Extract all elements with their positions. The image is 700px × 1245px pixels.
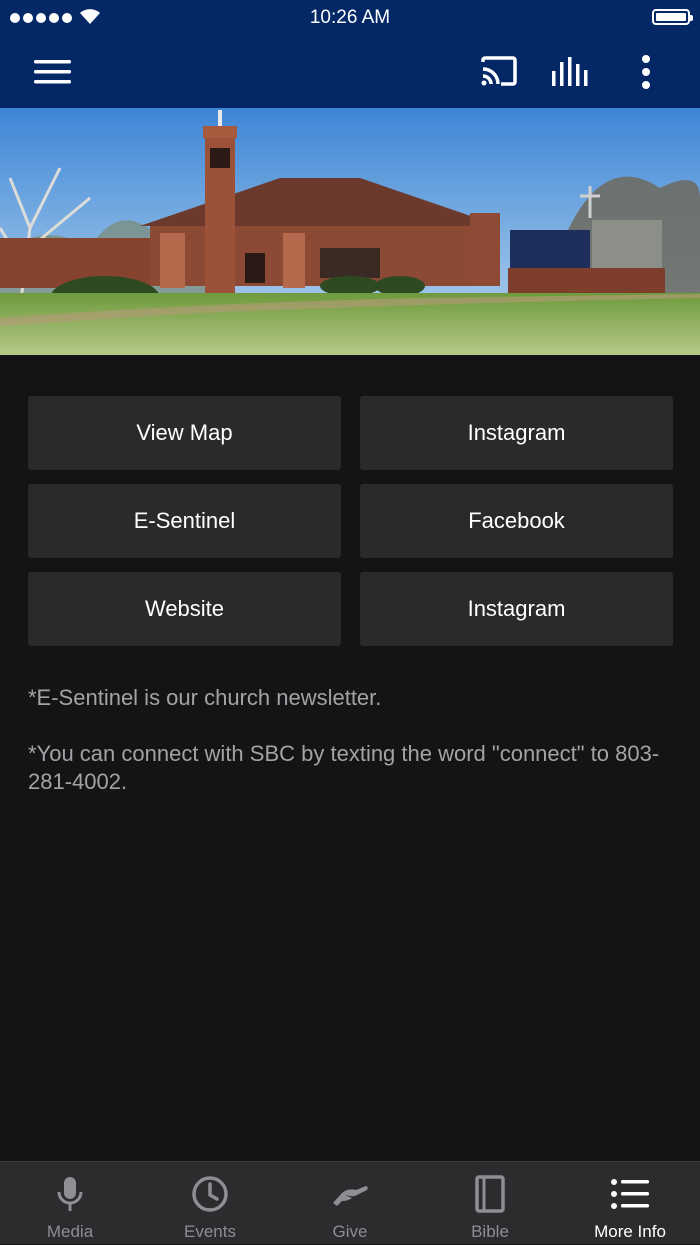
audio-bars-icon[interactable] — [544, 36, 598, 108]
e-sentinel-button[interactable]: E-Sentinel — [28, 484, 341, 558]
tab-media[interactable]: Media — [0, 1162, 140, 1245]
vertical-ellipsis-icon[interactable] — [626, 36, 666, 108]
tab-label: Bible — [471, 1222, 509, 1241]
hamburger-menu-icon[interactable] — [22, 36, 84, 108]
website-button[interactable]: Website — [28, 572, 341, 646]
tab-label: Give — [332, 1222, 368, 1241]
giving-hand-icon — [280, 1174, 420, 1214]
book-icon — [420, 1174, 560, 1214]
facebook-button[interactable]: Facebook — [360, 484, 673, 558]
microphone-icon — [0, 1174, 140, 1214]
clock-icon — [140, 1174, 280, 1214]
tab-give[interactable]: Give — [280, 1162, 420, 1245]
cast-icon[interactable] — [472, 36, 526, 108]
list-icon — [560, 1174, 700, 1214]
connect-note: *You can connect with SBC by texting the… — [28, 741, 660, 794]
tab-events[interactable]: Events — [140, 1162, 280, 1245]
tab-bible[interactable]: Bible — [420, 1162, 560, 1245]
view-map-button[interactable]: View Map — [28, 396, 341, 470]
instagram-button-2[interactable]: Instagram — [360, 572, 673, 646]
tab-more-info[interactable]: More Info — [560, 1162, 700, 1245]
status-bar: 10:26 AM — [0, 0, 700, 36]
instagram-button[interactable]: Instagram — [360, 396, 673, 470]
tab-label: More Info — [594, 1222, 666, 1241]
church-photo — [0, 108, 700, 355]
nav-bar — [0, 36, 700, 108]
status-time: 10:26 AM — [309, 7, 391, 28]
tab-label: Media — [46, 1222, 94, 1241]
tab-bar: Media Events Give Bible More Info — [0, 1161, 700, 1244]
newsletter-note: *E-Sentinel is our church newsletter. — [28, 685, 382, 710]
tab-label: Events — [184, 1222, 236, 1241]
battery-icon — [652, 9, 693, 25]
